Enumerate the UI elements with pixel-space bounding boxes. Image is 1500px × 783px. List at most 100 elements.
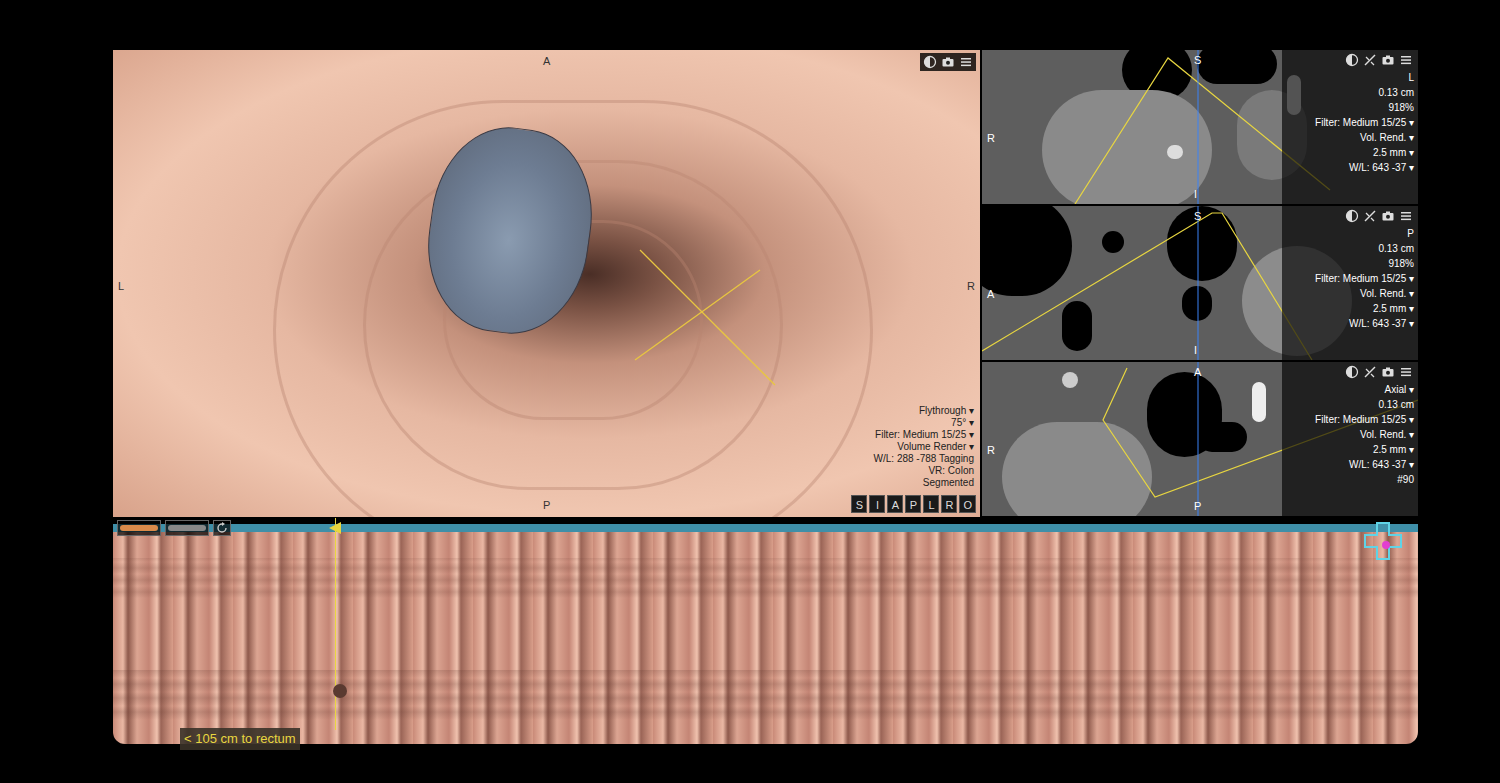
fold-shading	[113, 558, 1418, 598]
render-setting[interactable]: VR: Colon	[928, 465, 974, 477]
orientation-label: I	[1194, 342, 1197, 359]
view-direction-button[interactable]: L	[923, 495, 939, 513]
orientation-label: I	[1194, 186, 1197, 203]
slice-setting[interactable]: W/L: 643 -37 ▾	[1349, 160, 1414, 175]
render-setting[interactable]: Volume Render ▾	[897, 441, 974, 453]
view-direction-button[interactable]: O	[959, 495, 976, 513]
viewer-layout: ALRPFlythrough ▾75° ▾Filter: Medium 15/2…	[113, 50, 1418, 750]
slice-setting[interactable]: W/L: 643 -37 ▾	[1349, 457, 1414, 472]
slice-settings: P0.13 cm918%Filter: Medium 15/25 ▾Vol. R…	[1282, 206, 1418, 360]
view-direction-button[interactable]: P	[905, 495, 921, 513]
menu-icon[interactable]	[958, 54, 974, 70]
render-setting[interactable]: 75° ▾	[951, 417, 974, 429]
slice-setting[interactable]: Vol. Rend. ▾	[1360, 130, 1414, 145]
slice-setting[interactable]: #90	[1397, 472, 1414, 487]
anatomy-shape	[1062, 301, 1092, 351]
anatomy-shape	[1102, 231, 1124, 253]
render-setting[interactable]: Filter: Medium 15/25 ▾	[875, 429, 974, 441]
anatomy-shape	[1002, 422, 1152, 516]
anatomy-shape	[1042, 90, 1212, 204]
contrast-icon[interactable]	[1344, 208, 1360, 224]
orientation-label: R	[987, 130, 995, 147]
slice-panel[interactable]: SRIL0.13 cm918%Filter: Medium 15/25 ▾Vol…	[982, 50, 1418, 204]
orientation-label: S	[1194, 208, 1201, 225]
slice-setting[interactable]: Filter: Medium 15/25 ▾	[1315, 412, 1414, 427]
refresh-icon[interactable]	[213, 520, 231, 536]
view-direction-button[interactable]: A	[887, 495, 903, 513]
measure-icon[interactable]	[1362, 364, 1378, 380]
orientation-label: A	[1194, 364, 1201, 381]
slice-setting[interactable]: 0.13 cm	[1378, 397, 1414, 412]
orientation-label: A	[987, 286, 994, 303]
camera-icon[interactable]	[1380, 364, 1396, 380]
contrast-icon[interactable]	[1344, 52, 1360, 68]
render-setting[interactable]: Segmented	[923, 477, 974, 489]
measure-icon[interactable]	[1362, 208, 1378, 224]
anatomy-shape	[1167, 206, 1237, 281]
slice-setting[interactable]: 0.13 cm	[1378, 85, 1414, 100]
slice-setting[interactable]: L	[1408, 70, 1414, 85]
orientation-label: P	[1194, 498, 1201, 515]
slice-setting[interactable]: 2.5 mm ▾	[1373, 442, 1414, 457]
flythrough-view[interactable]: ALRPFlythrough ▾75° ▾Filter: Medium 15/2…	[113, 50, 980, 517]
measure-icon[interactable]	[1362, 52, 1378, 68]
polyp-marker	[333, 684, 347, 698]
slice-setting[interactable]: P	[1407, 226, 1414, 241]
camera-icon[interactable]	[940, 54, 956, 70]
slice-panel[interactable]: S A I P0.13 cm918%Filter: Medium 15/25 ▾Vol…	[982, 206, 1418, 360]
menu-icon[interactable]	[1398, 52, 1414, 68]
navigation-cross-icon[interactable]	[1364, 522, 1402, 560]
orientation-label: A	[543, 53, 550, 70]
anatomy-shape	[1197, 422, 1247, 452]
slice-toolbar	[1344, 208, 1414, 224]
distance-to-rectum: < 105 cm to rectum	[180, 728, 300, 750]
view-toolbar	[920, 53, 976, 71]
slice-panel[interactable]: A R P Axial ▾0.13 cmFilter: Medium 15/25 ▾V…	[982, 362, 1418, 516]
crosshair	[113, 50, 980, 517]
slice-setting[interactable]: 2.5 mm ▾	[1373, 301, 1414, 316]
slice-setting[interactable]: Vol. Rend. ▾	[1360, 427, 1414, 442]
slice-setting[interactable]: Axial ▾	[1385, 382, 1414, 397]
slice-setting[interactable]: 918%	[1388, 256, 1414, 271]
colon-strip[interactable]: < 105 cm to rectum	[113, 518, 1418, 750]
view-buttons: SIAPLRO	[851, 495, 976, 513]
fold-shading	[113, 670, 1418, 720]
camera-icon[interactable]	[1380, 52, 1396, 68]
slice-column: SRIL0.13 cm918%Filter: Medium 15/25 ▾Vol…	[982, 50, 1418, 517]
orientation-label: P	[543, 497, 550, 514]
anatomy-shape	[1252, 382, 1266, 422]
slice-setting[interactable]: 2.5 mm ▾	[1373, 145, 1414, 160]
orientation-label: R	[987, 442, 995, 459]
slice-setting[interactable]: 0.13 cm	[1378, 241, 1414, 256]
strip-toolbar	[117, 520, 231, 536]
view-direction-button[interactable]: R	[941, 495, 957, 513]
anatomy-shape	[982, 206, 1072, 296]
colon-unfolded-icon[interactable]	[165, 520, 209, 536]
anatomy-shape	[1197, 50, 1277, 84]
menu-icon[interactable]	[1398, 364, 1414, 380]
slice-settings: Axial ▾0.13 cmFilter: Medium 15/25 ▾Vol.…	[1282, 362, 1418, 516]
slice-setting[interactable]: W/L: 643 -37 ▾	[1349, 316, 1414, 331]
contrast-icon[interactable]	[922, 54, 938, 70]
slice-toolbar	[1344, 364, 1414, 380]
render-settings: Flythrough ▾75° ▾Filter: Medium 15/25 ▾V…	[874, 405, 974, 489]
anatomy-shape	[1167, 145, 1183, 159]
anatomy-shape	[1182, 286, 1212, 321]
render-setting[interactable]: W/L: 288 -788 Tagging	[874, 453, 974, 465]
slice-toolbar	[1344, 52, 1414, 68]
view-direction-button[interactable]: I	[869, 495, 885, 513]
view-direction-button[interactable]: S	[851, 495, 867, 513]
camera-icon[interactable]	[1380, 208, 1396, 224]
render-setting[interactable]: Flythrough ▾	[919, 405, 974, 417]
colon-view-icon[interactable]	[117, 520, 161, 536]
position-line	[335, 518, 336, 730]
orientation-label: L	[118, 278, 124, 295]
slice-setting[interactable]: 918%	[1388, 100, 1414, 115]
orientation-label: R	[967, 278, 975, 295]
menu-icon[interactable]	[1398, 208, 1414, 224]
anatomy-shape	[1062, 372, 1078, 388]
contrast-icon[interactable]	[1344, 364, 1360, 380]
slice-setting[interactable]: Vol. Rend. ▾	[1360, 286, 1414, 301]
slice-setting[interactable]: Filter: Medium 15/25 ▾	[1315, 115, 1414, 130]
slice-setting[interactable]: Filter: Medium 15/25 ▾	[1315, 271, 1414, 286]
